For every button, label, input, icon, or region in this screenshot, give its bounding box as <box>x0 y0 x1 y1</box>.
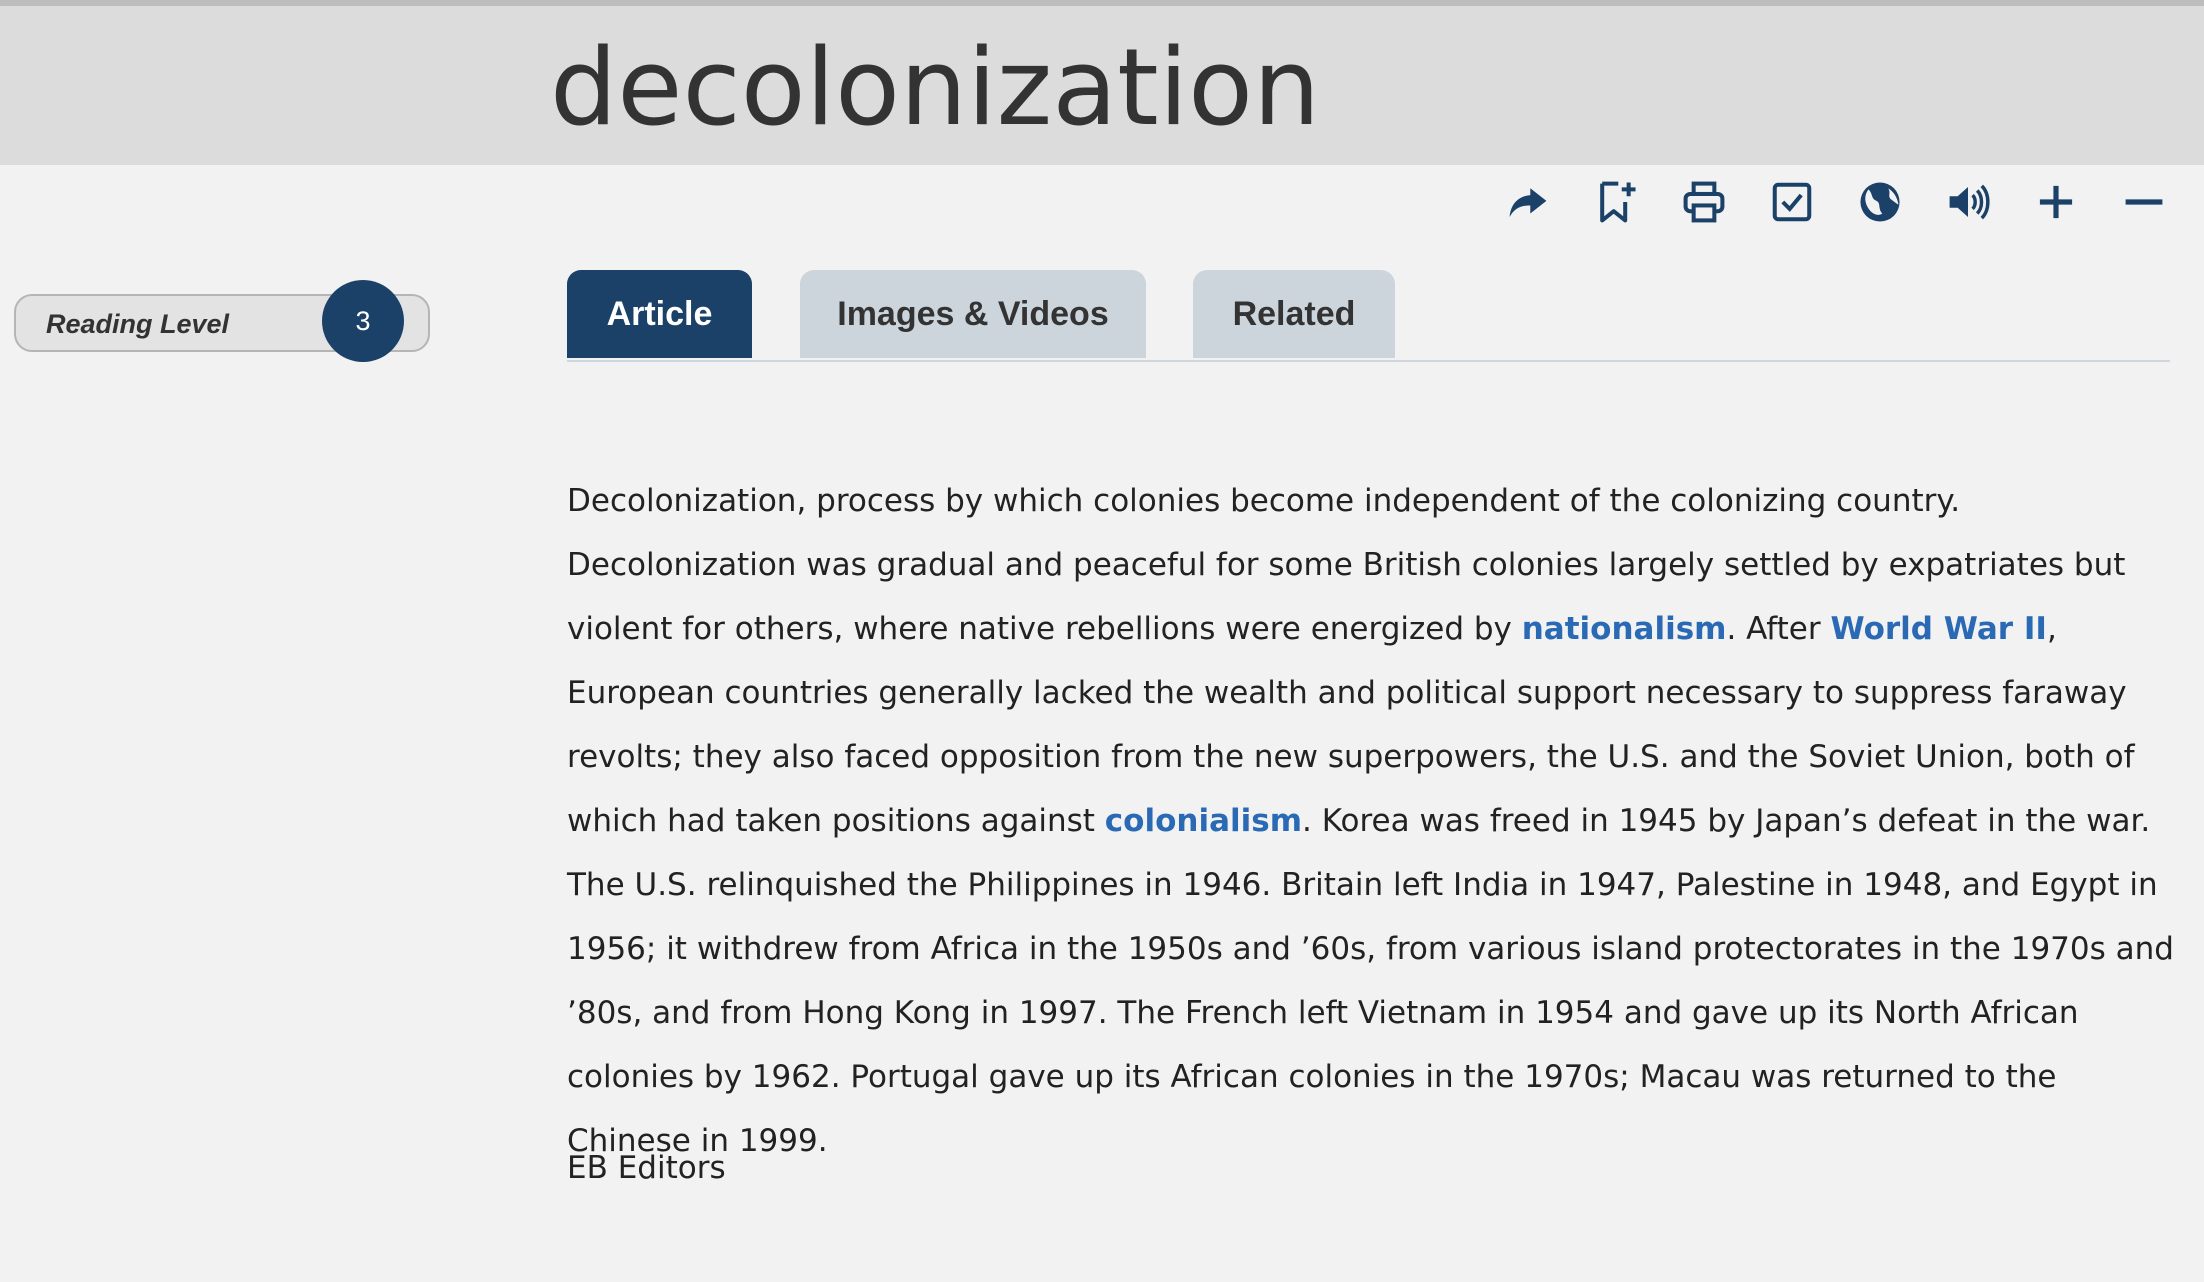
zoom-out-icon <box>2125 199 2163 205</box>
tab-article[interactable]: Article <box>567 270 752 358</box>
checklist-button[interactable] <box>1764 174 1820 230</box>
tab-images-videos[interactable]: Images & Videos <box>800 270 1146 358</box>
zoom-in-icon <box>2039 185 2073 219</box>
zoom-in-button[interactable] <box>2028 174 2084 230</box>
page-title: decolonization <box>550 26 1321 149</box>
share-icon <box>1509 188 1547 217</box>
checkbox-icon <box>1772 182 1812 222</box>
article-body: Decolonization, process by which colonie… <box>567 469 2177 1173</box>
audio-icon <box>1949 184 1990 220</box>
print-icon <box>1683 181 1725 223</box>
globe-icon <box>1860 182 1900 222</box>
article-text: . After <box>1726 611 1831 647</box>
article-toolbar <box>1500 174 2190 230</box>
language-button[interactable] <box>1852 174 1908 230</box>
bookmark-button[interactable] <box>1588 174 1644 230</box>
zoom-out-button[interactable] <box>2116 174 2172 230</box>
link-colonialism[interactable]: colonialism <box>1105 803 1302 839</box>
print-button[interactable] <box>1676 174 1732 230</box>
reading-level-badge[interactable]: 3 <box>322 280 404 362</box>
bookmark-add-icon <box>1600 181 1636 223</box>
reading-level-label: Reading Level <box>46 309 230 339</box>
byline: EB Editors <box>567 1150 726 1186</box>
link-nationalism[interactable]: nationalism <box>1522 611 1727 647</box>
reading-level-control[interactable]: Reading Level 3 <box>14 280 430 362</box>
tab-related[interactable]: Related <box>1193 270 1395 358</box>
link-world-war-ii[interactable]: World War II <box>1830 611 2046 647</box>
share-button[interactable] <box>1500 174 1556 230</box>
content-tabs: Article Images & Videos Related <box>567 270 2170 362</box>
header-banner: decolonization <box>0 6 2204 165</box>
read-aloud-button[interactable] <box>1940 174 1996 230</box>
article-text: . Korea was freed in 1945 by Japan’s def… <box>567 803 2174 1159</box>
